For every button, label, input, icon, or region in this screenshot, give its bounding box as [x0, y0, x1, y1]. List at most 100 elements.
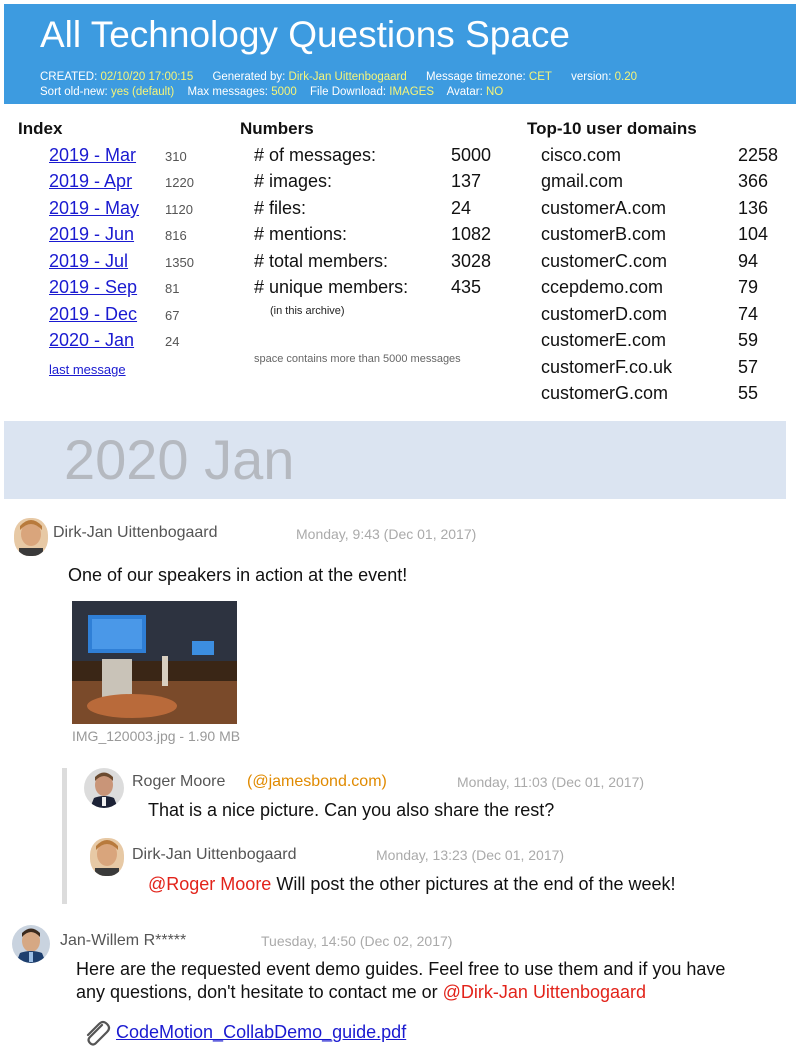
reply-text: Will post the other pictures at the end …: [271, 874, 676, 894]
image-caption: IMG_120003.jpg - 1.90 MB: [72, 728, 241, 744]
index-heading: Index: [18, 119, 63, 138]
reply-timestamp: Monday, 11:03 (Dec 01, 2017): [457, 774, 645, 790]
index-count: 1220: [165, 175, 194, 190]
message-text: any questions, don't hesitate to contact…: [76, 982, 443, 1002]
message-text: One of our speakers in action at the eve…: [68, 565, 408, 585]
header-meta-line-1: CREATED: 02/10/20 17:00:15 Generated by:…: [40, 71, 637, 83]
index-count: 1120: [165, 202, 193, 217]
numbers-label: # total members:: [254, 251, 389, 271]
avatar: [12, 925, 50, 963]
domain-name: customerC.com: [541, 251, 668, 271]
download-value: IMAGES: [389, 86, 434, 98]
version-label: version:: [571, 71, 612, 83]
thread-indent-bar: [62, 768, 67, 904]
domain-count: 2258: [738, 145, 779, 165]
generated-value: Dirk-Jan Uittenbogaard: [288, 71, 407, 83]
domain-name: customerF.co.uk: [541, 357, 673, 377]
max-label: Max messages:: [187, 86, 268, 98]
domain-name: customerG.com: [541, 383, 669, 403]
numbers-value: 5000: [451, 145, 492, 165]
index-link-2019-dec[interactable]: 2019 - Dec: [49, 304, 137, 325]
domain-count: 79: [738, 277, 759, 297]
domain-count: 366: [738, 171, 769, 191]
message-text-line: any questions, don't hesitate to contact…: [76, 982, 646, 1003]
space-note: space contains more than 5000 messages: [254, 353, 461, 365]
space-title: All Technology Questions Space: [40, 14, 570, 55]
domain-name: customerB.com: [541, 224, 667, 244]
index-link-2019-may[interactable]: 2019 - May: [49, 198, 139, 219]
numbers-label: # of messages:: [254, 145, 377, 165]
reply-author: Roger Moore: [132, 773, 226, 790]
message-author: Jan-Willem R*****: [60, 932, 187, 949]
numbers-value: 3028: [451, 251, 492, 271]
numbers-value: 435: [451, 277, 482, 297]
numbers-value: 1082: [451, 224, 492, 244]
generated-label: Generated by:: [212, 71, 286, 83]
index-count: 24: [165, 334, 180, 349]
domains-heading: Top-10 user domains: [527, 119, 697, 138]
domain-name: customerA.com: [541, 198, 667, 218]
timezone-value: CET: [528, 71, 552, 83]
domain-count: 94: [738, 251, 759, 271]
numbers-value: 24: [451, 198, 472, 218]
avatar: [14, 518, 48, 556]
index-count: 1350: [165, 255, 194, 270]
message-timestamp: Monday, 9:43 (Dec 01, 2017): [296, 526, 477, 542]
created-value: 02/10/20 17:00:15: [100, 71, 194, 83]
domain-count: 57: [738, 357, 759, 377]
mention-link[interactable]: @Dirk-Jan Uittenbogaard: [443, 982, 646, 1002]
avatar-value: NO: [486, 86, 504, 98]
numbers-label: # images:: [254, 171, 333, 191]
index-count: 67: [165, 308, 180, 323]
domain-count: 59: [738, 330, 759, 350]
reply-timestamp: Monday, 13:23 (Dec 01, 2017): [376, 847, 565, 863]
max-value: 5000: [271, 86, 297, 98]
index-link-2020-jan[interactable]: 2020 - Jan: [49, 330, 134, 351]
mention-link[interactable]: @Roger Moore: [148, 874, 271, 894]
domain-count: 136: [738, 198, 769, 218]
index-link-2019-apr[interactable]: 2019 - Apr: [49, 171, 132, 192]
domain-name: cisco.com: [541, 145, 622, 165]
index-link-2019-mar[interactable]: 2019 - Mar: [49, 145, 136, 166]
reply-text-line: @Roger Moore Will post the other picture…: [148, 874, 676, 895]
download-label: File Download:: [309, 86, 387, 98]
index-link-2019-sep[interactable]: 2019 - Sep: [49, 277, 137, 298]
avatar: [90, 838, 124, 876]
numbers-label: # files:: [254, 198, 307, 218]
avatar-label: Avatar:: [446, 86, 483, 98]
timezone-label: Message timezone:: [426, 71, 526, 83]
domain-name: ccepdemo.com: [541, 277, 664, 297]
paperclip-icon: [80, 1017, 112, 1054]
attachment-link[interactable]: CodeMotion_CollabDemo_guide.pdf: [116, 1022, 406, 1043]
sort-label: Sort old-new:: [40, 86, 108, 98]
created-label: CREATED:: [40, 71, 98, 83]
domain-name: customerD.com: [541, 304, 668, 324]
domain-count: 104: [738, 224, 769, 244]
index-link-2019-jun[interactable]: 2019 - Jun: [49, 224, 134, 245]
last-message-link[interactable]: last message: [49, 362, 126, 377]
header-meta-line-2: Sort old-new: yes (default) Max messages…: [40, 86, 503, 98]
page-header: All Technology Questions Space CREATED: …: [4, 4, 796, 104]
numbers-label: # mentions:: [254, 224, 348, 244]
numbers-label: # unique members:: [254, 277, 409, 297]
message-text: Here are the requested event demo guides…: [76, 959, 726, 979]
domain-name: gmail.com: [541, 171, 624, 191]
numbers-value: 137: [451, 171, 482, 191]
version-value: 0.20: [614, 71, 637, 83]
reply-author-domain: (@jamesbond.com): [247, 773, 387, 790]
index-count: 816: [165, 228, 187, 243]
message-author: Dirk-Jan Uittenbogaard: [53, 524, 218, 541]
index-count: 310: [165, 149, 187, 164]
message-image-thumbnail[interactable]: [72, 601, 237, 724]
domain-count: 55: [738, 383, 759, 403]
month-heading: 2020 Jan: [64, 428, 295, 491]
sort-value: yes (default): [110, 86, 175, 98]
domain-count: 74: [738, 304, 759, 324]
archive-note: (in this archive): [270, 305, 345, 317]
index-count: 81: [165, 281, 180, 296]
numbers-heading: Numbers: [240, 119, 314, 138]
avatar: [84, 768, 124, 808]
message-timestamp: Tuesday, 14:50 (Dec 02, 2017): [261, 933, 453, 949]
reply-text: That is a nice picture. Can you also sha…: [148, 800, 555, 820]
index-link-2019-jul[interactable]: 2019 - Jul: [49, 251, 128, 272]
